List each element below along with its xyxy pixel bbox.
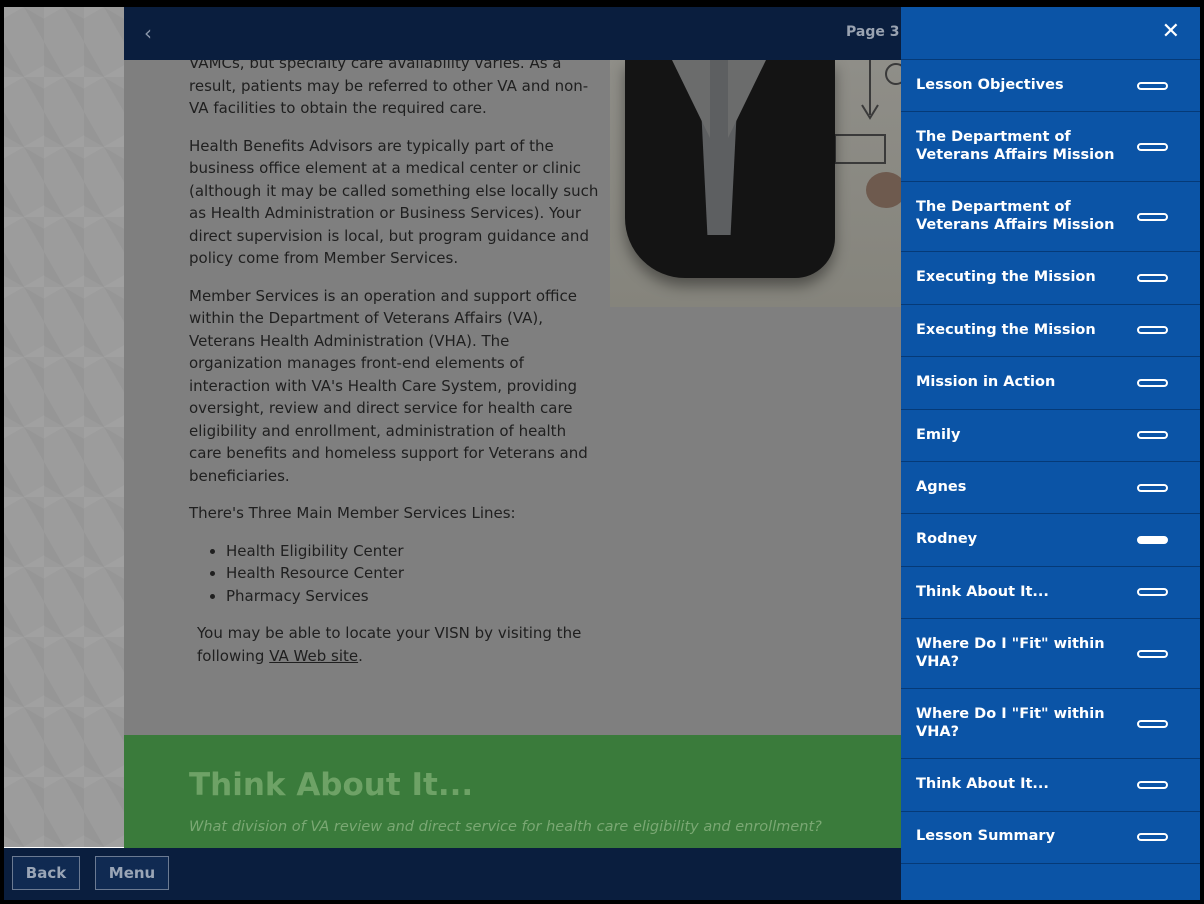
menu-item-label: Think About It... bbox=[916, 776, 1049, 793]
menu-item-executing-mission[interactable]: Executing the Mission bbox=[901, 252, 1200, 305]
progress-indicator bbox=[1137, 81, 1168, 90]
menu-item-va-mission[interactable]: The Department of Veterans Affairs Missi… bbox=[901, 112, 1200, 183]
think-question: What division of VA review and direct se… bbox=[189, 819, 822, 835]
progress-indicator bbox=[1137, 326, 1168, 335]
menu-item-label: Agnes bbox=[916, 478, 967, 495]
visn-text: You may be able to locate your VISN by v… bbox=[197, 624, 582, 665]
article-paragraph: Health Benefits Advisors are typically p… bbox=[189, 136, 599, 268]
menu-button[interactable]: Menu bbox=[95, 856, 169, 890]
menu-item-agnes[interactable]: Agnes bbox=[901, 462, 1200, 515]
menu-item-lesson-objectives[interactable]: Lesson Objectives bbox=[901, 60, 1200, 113]
app-frame: ‹ Page 3 c VAMCs, but specialty care ava… bbox=[0, 0, 1204, 904]
list-item: Health Resource Center bbox=[226, 562, 599, 585]
progress-indicator bbox=[1137, 833, 1168, 842]
progress-indicator bbox=[1137, 780, 1168, 789]
background-pattern bbox=[4, 7, 124, 847]
progress-indicator bbox=[1137, 274, 1168, 283]
progress-indicator bbox=[1137, 588, 1168, 597]
article-paragraph: VAMCs, but specialty care availability v… bbox=[189, 60, 589, 117]
close-icon[interactable]: ✕ bbox=[1162, 21, 1180, 43]
menu-item-va-mission-2[interactable]: The Department of Veterans Affairs Missi… bbox=[901, 182, 1200, 253]
menu-item-think-about-it-2[interactable]: Think About It... bbox=[901, 759, 1200, 812]
menu-item-label: The Department of Veterans Affairs Missi… bbox=[916, 199, 1115, 233]
list-item: Pharmacy Services bbox=[226, 585, 599, 608]
article-paragraph: There's Three Main Member Services Lines… bbox=[189, 504, 516, 522]
menu-item-label: Think About It... bbox=[916, 583, 1049, 600]
menu-item-label: Executing the Mission bbox=[916, 321, 1096, 338]
menu-item-executing-mission-2[interactable]: Executing the Mission bbox=[901, 305, 1200, 358]
menu-item-label: Lesson Objectives bbox=[916, 76, 1064, 93]
menu-item-where-do-i-fit[interactable]: Where Do I "Fit" within VHA? bbox=[901, 619, 1200, 690]
menu-item-label: Rodney bbox=[916, 531, 978, 548]
person-hand bbox=[866, 172, 906, 208]
article-text: VAMCs, but specialty care availability v… bbox=[189, 60, 599, 622]
visn-suffix: . bbox=[358, 646, 363, 665]
menu-item-where-do-i-fit-2[interactable]: Where Do I "Fit" within VHA? bbox=[901, 689, 1200, 760]
progress-indicator bbox=[1137, 719, 1168, 728]
visn-note: You may be able to locate your VISN by v… bbox=[197, 622, 587, 667]
menu-item-mission-in-action[interactable]: Mission in Action bbox=[901, 357, 1200, 410]
article-paragraph: Member Services is an operation and supp… bbox=[189, 286, 588, 485]
progress-indicator bbox=[1137, 142, 1168, 151]
menu-item-label: Mission in Action bbox=[916, 374, 1056, 391]
progress-indicator-active bbox=[1137, 536, 1168, 545]
menu-item-label: Where Do I "Fit" within VHA? bbox=[916, 636, 1105, 670]
menu-item-label: Executing the Mission bbox=[916, 269, 1096, 286]
think-title: Think About It... bbox=[189, 767, 474, 803]
lesson-photo bbox=[610, 60, 910, 307]
menu-item-label: The Department of Veterans Affairs Missi… bbox=[916, 129, 1115, 163]
menu-item-lesson-summary[interactable]: Lesson Summary bbox=[901, 812, 1200, 864]
back-button[interactable]: Back bbox=[12, 856, 80, 890]
menu-item-label: Lesson Summary bbox=[916, 828, 1056, 845]
member-services-list: Health Eligibility Center Health Resourc… bbox=[226, 540, 599, 608]
progress-indicator bbox=[1137, 212, 1168, 221]
menu-item-emily[interactable]: Emily bbox=[901, 410, 1200, 462]
menu-item-think-about-it[interactable]: Think About It... bbox=[901, 567, 1200, 620]
list-item: Health Eligibility Center bbox=[226, 540, 599, 563]
progress-indicator bbox=[1137, 649, 1168, 658]
va-web-site-link[interactable]: VA Web site bbox=[269, 647, 358, 665]
progress-indicator bbox=[1137, 378, 1168, 387]
progress-indicator bbox=[1137, 431, 1168, 440]
menu-panel: ✕ Lesson Objectives The Department of Ve… bbox=[901, 7, 1200, 900]
progress-indicator bbox=[1137, 483, 1168, 492]
chevron-left-icon[interactable]: ‹ bbox=[144, 21, 152, 45]
menu-panel-header: ✕ bbox=[901, 7, 1200, 60]
menu-item-rodney[interactable]: Rodney bbox=[901, 514, 1200, 567]
menu-item-label: Where Do I "Fit" within VHA? bbox=[916, 706, 1105, 740]
menu-item-label: Emily bbox=[916, 426, 961, 443]
